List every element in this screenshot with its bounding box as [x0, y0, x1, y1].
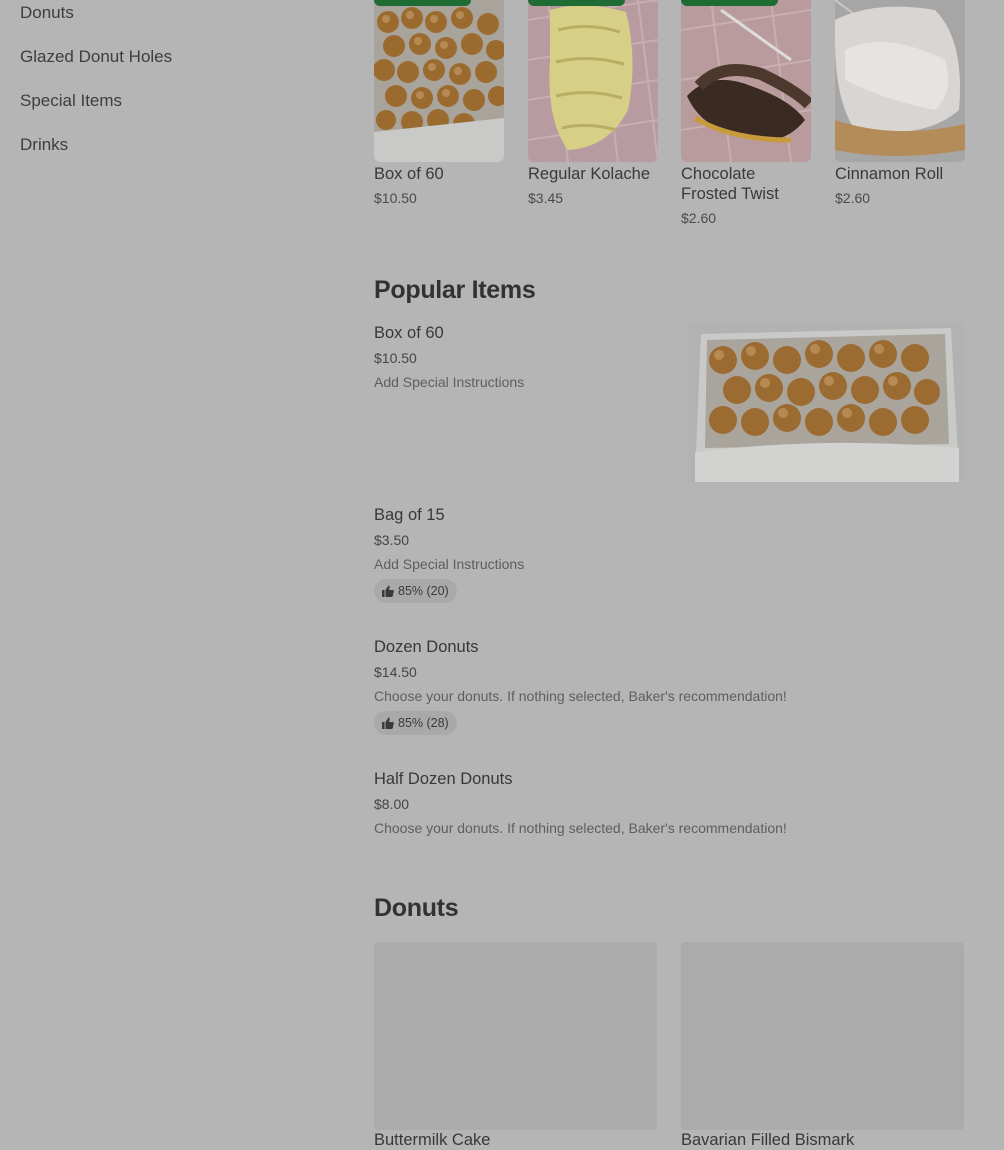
donut-holes-box-image: [374, 0, 504, 162]
item-name: Dozen Donuts: [374, 638, 479, 656]
kolache-image: [528, 0, 658, 162]
menu-item-row[interactable]: Dozen Donuts $14.50 Choose your donuts. …: [374, 638, 964, 738]
sidebar-item-donuts[interactable]: Donuts: [20, 3, 74, 23]
sidebar-item-glazed-donut-holes[interactable]: Glazed Donut Holes: [20, 47, 172, 67]
item-price: $3.50: [374, 532, 410, 548]
rating-value: 85% (28): [398, 716, 449, 730]
item-name: Box of 60: [374, 165, 444, 183]
item-name: Cinnamon Roll: [835, 165, 944, 183]
thumbs-up-icon: [382, 585, 394, 597]
menu-item-row[interactable]: Half Dozen Donuts $8.00 Choose your donu…: [374, 770, 964, 840]
item-description: Choose your donuts. If nothing selected,…: [374, 820, 787, 836]
item-price: $10.50: [374, 190, 417, 206]
rating-badge: 85% (28): [374, 711, 457, 735]
item-price: $14.50: [374, 664, 417, 680]
rating-value: 85% (20): [398, 584, 449, 598]
section-title-donuts: Donuts: [374, 894, 459, 922]
thumbs-up-icon: [382, 717, 394, 729]
donut-item-image-placeholder[interactable]: [374, 942, 657, 1130]
item-description: Add Special Instructions: [374, 374, 525, 390]
sidebar-item-drinks[interactable]: Drinks: [20, 135, 68, 155]
item-name: Bavarian Filled Bismark: [681, 1131, 855, 1149]
chocolate-twist-image: [681, 0, 811, 162]
featured-badge: [528, 0, 625, 6]
rating-badge: 85% (20): [374, 579, 457, 603]
box-of-60-image[interactable]: [687, 324, 964, 482]
item-name: Buttermilk Cake: [374, 1131, 491, 1149]
item-price: $2.60: [835, 190, 871, 206]
item-price: $8.00: [374, 796, 410, 812]
item-price: $10.50: [374, 350, 417, 366]
item-name: Regular Kolache: [528, 165, 650, 183]
item-price: $2.60: [681, 210, 717, 226]
cinnamon-roll-image: [835, 0, 965, 162]
item-price: $3.45: [528, 190, 564, 206]
item-name: Half Dozen Donuts: [374, 770, 513, 788]
item-description: Add Special Instructions: [374, 556, 525, 572]
featured-badge: [681, 0, 778, 6]
item-description: Choose your donuts. If nothing selected,…: [374, 688, 787, 704]
featured-badge: [374, 0, 471, 6]
sidebar-item-special-items[interactable]: Special Items: [20, 91, 122, 111]
donut-item-image-placeholder[interactable]: [681, 942, 964, 1130]
item-name: Box of 60: [374, 324, 444, 342]
item-name: Chocolate Frosted Twist: [681, 165, 779, 203]
section-title-popular-items: Popular Items: [374, 276, 536, 304]
item-name: Bag of 15: [374, 506, 445, 524]
menu-item-row[interactable]: Bag of 15 $3.50 Add Special Instructions…: [374, 506, 964, 606]
